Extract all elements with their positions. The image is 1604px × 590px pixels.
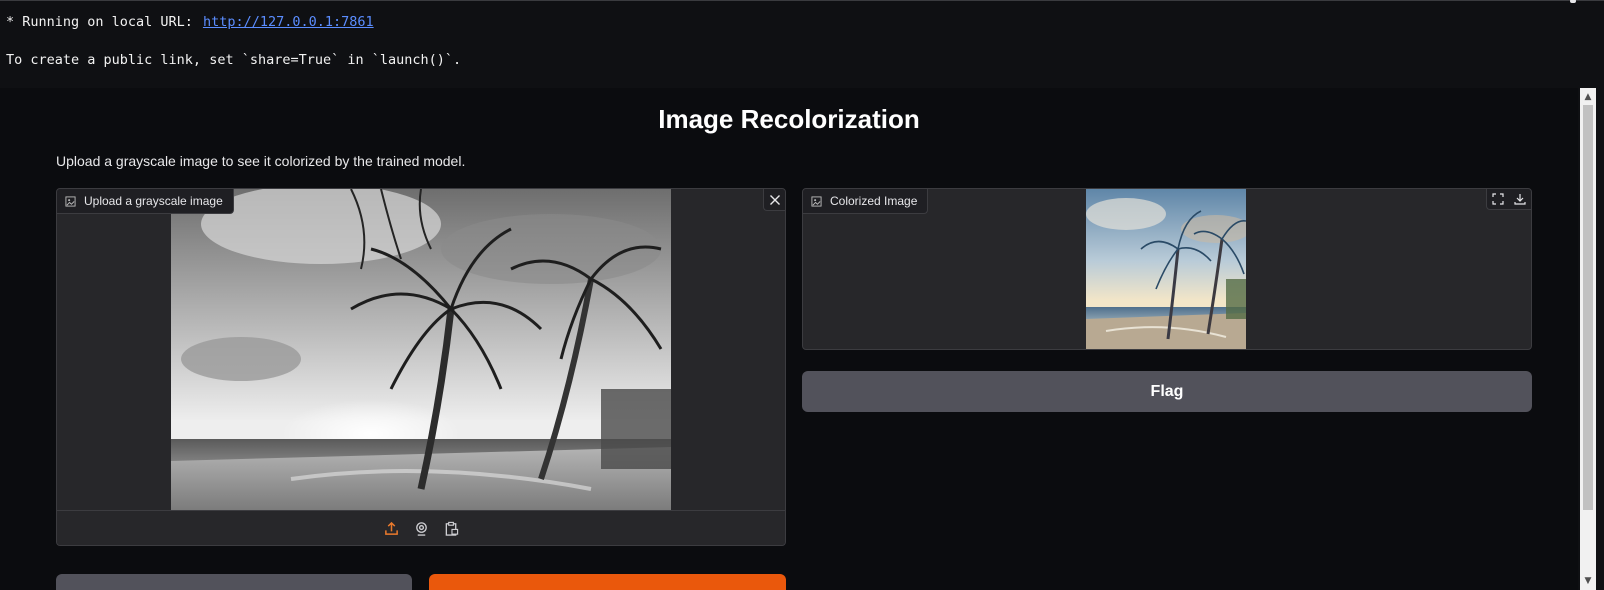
clear-image-button[interactable]	[763, 189, 785, 211]
output-image-panel: Colorized Image	[802, 188, 1532, 350]
clipboard-source-button[interactable]	[442, 519, 460, 537]
download-button[interactable]	[1509, 189, 1531, 209]
grayscale-input-image	[171, 189, 671, 512]
console-share-hint: To create a public link, set `share=True…	[6, 52, 462, 68]
gradio-app-frame: Image Recolorization Upload a grayscale …	[0, 88, 1578, 590]
colorized-output-image	[1086, 189, 1246, 349]
image-icon	[65, 195, 76, 207]
clear-button[interactable]	[56, 574, 412, 590]
fullscreen-icon	[1492, 193, 1504, 205]
image-icon	[811, 195, 822, 207]
window-edge-marker	[1570, 0, 1576, 3]
scroll-down-arrow-icon[interactable]: ▼	[1580, 574, 1596, 588]
console-prefix: * Running on local URL:	[6, 14, 193, 30]
submit-button[interactable]	[429, 574, 786, 590]
fullscreen-button[interactable]	[1487, 189, 1509, 209]
console-running-line: * Running on local URL: http://127.0.0.1:…	[6, 13, 374, 31]
window-top-border	[0, 0, 1604, 4]
download-icon	[1514, 194, 1526, 205]
output-toolbar	[1486, 189, 1531, 210]
input-label-text: Upload a grayscale image	[84, 194, 223, 208]
webcam-source-button[interactable]	[412, 519, 430, 537]
app-title: Image Recolorization	[658, 104, 920, 134]
console-output: * Running on local URL: http://127.0.0.1:…	[6, 13, 461, 68]
close-icon	[769, 194, 780, 205]
image-source-bar	[57, 510, 785, 545]
input-label-chip: Upload a grayscale image	[57, 189, 234, 214]
scroll-up-arrow-icon[interactable]: ▲	[1580, 90, 1596, 104]
input-image-panel[interactable]: Upload a grayscale image	[56, 188, 786, 546]
local-url-link[interactable]: http://127.0.0.1:7861	[203, 14, 374, 30]
app-description: Upload a grayscale image to see it color…	[56, 153, 466, 169]
scrollbar-thumb[interactable]	[1583, 105, 1593, 510]
flag-button[interactable]: Flag	[802, 371, 1532, 412]
output-label-text: Colorized Image	[830, 194, 918, 208]
output-label-chip: Colorized Image	[803, 189, 929, 214]
upload-icon	[384, 521, 398, 535]
upload-source-button[interactable]	[382, 519, 400, 537]
clipboard-icon	[445, 521, 458, 536]
page-scrollbar[interactable]: ▲ ▼	[1580, 88, 1596, 590]
webcam-icon	[415, 521, 427, 536]
